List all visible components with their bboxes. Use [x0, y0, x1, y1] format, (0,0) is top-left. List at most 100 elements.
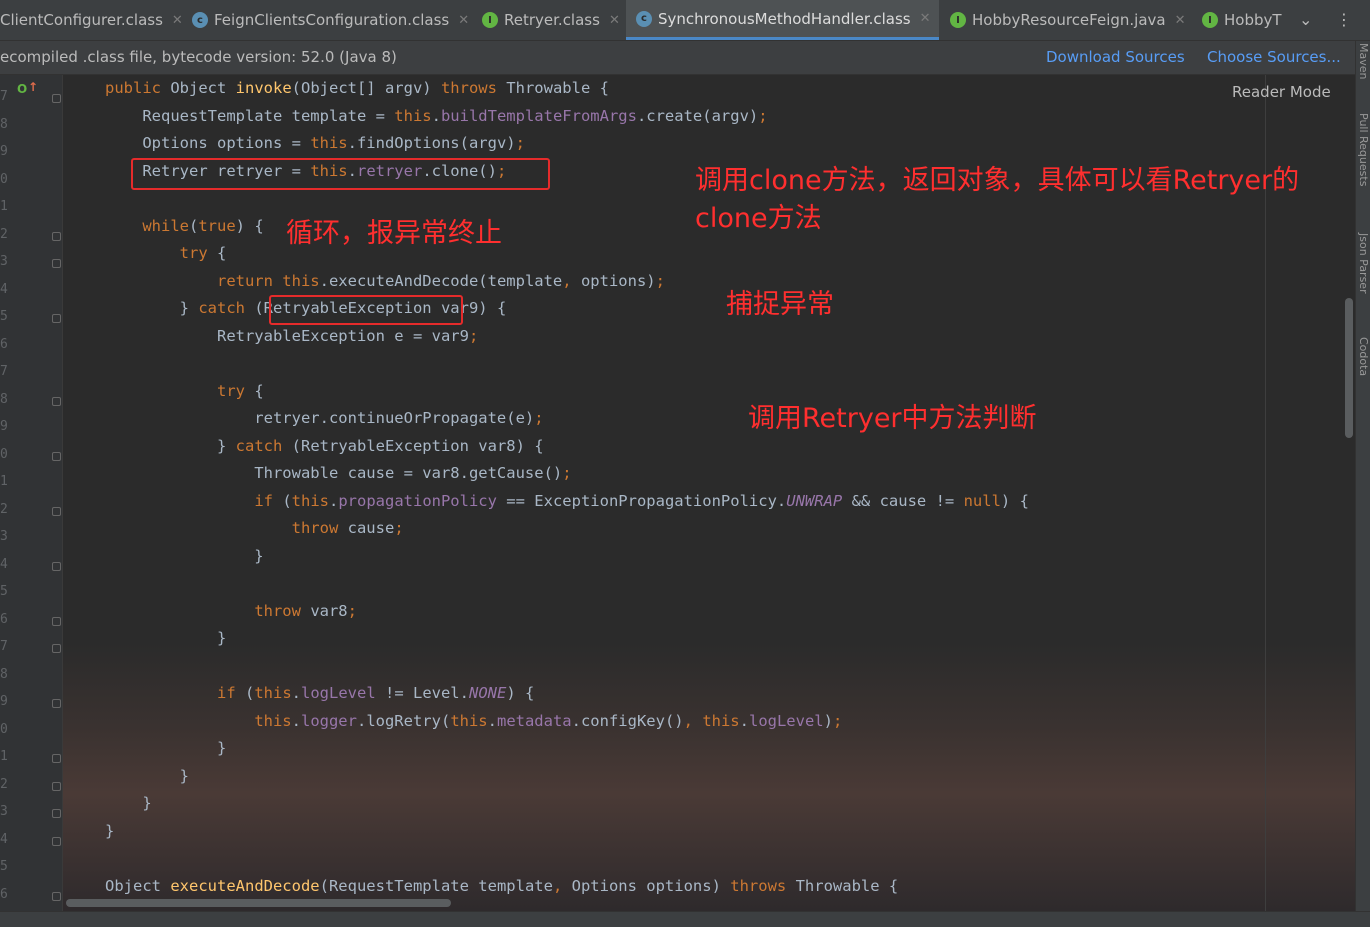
- code-line[interactable]: } catch (RetryableException var8) {: [105, 437, 544, 455]
- line-number: 0: [0, 171, 8, 187]
- code-line[interactable]: }: [105, 547, 263, 565]
- code-line[interactable]: RetryableException e = var9;: [105, 327, 478, 345]
- annotation-clone-line2: clone方法: [695, 203, 822, 234]
- line-number: 8: [0, 666, 8, 682]
- tab-client-configurer[interactable]: ClientConfigurer.class ✕: [0, 0, 183, 40]
- tab-retryer[interactable]: I Retryer.class ✕: [476, 0, 626, 40]
- line-number-gutter[interactable]: 7 8 9 0 1 2 3 4 5 6 7 8 9 0 1 2 3 4 5 6 7 8 9 0 1 2 3 4 5 6: [0, 75, 63, 911]
- highlight-box-clone: [131, 158, 550, 190]
- code-line[interactable]: RequestTemplate template = this.buildTem…: [105, 107, 767, 125]
- line-number: 6: [0, 336, 8, 352]
- fold-marker-icon[interactable]: [52, 561, 61, 571]
- code-line[interactable]: throw var8;: [105, 602, 357, 620]
- tab-label: ClientConfigurer.class: [0, 11, 163, 29]
- tab-feign-clients-configuration[interactable]: c FeignClientsConfiguration.class ✕: [186, 0, 476, 40]
- code-line[interactable]: }: [105, 822, 114, 840]
- interface-icon: I: [482, 12, 498, 28]
- reader-mode-button[interactable]: Reader Mode: [1232, 83, 1331, 101]
- line-number: 1: [0, 749, 8, 764]
- fold-marker-icon[interactable]: [52, 396, 61, 406]
- fold-marker-icon[interactable]: [52, 644, 61, 653]
- fold-marker-icon[interactable]: [52, 451, 61, 461]
- line-number: 3: [0, 804, 8, 819]
- close-icon[interactable]: ✕: [609, 13, 620, 28]
- fold-marker-icon[interactable]: [52, 259, 61, 268]
- close-icon[interactable]: ✕: [1175, 13, 1186, 28]
- decompiled-banner: ecompiled .class file, bytecode version:…: [0, 41, 1355, 75]
- code-line[interactable]: public Object invoke(Object[] argv) thro…: [105, 79, 609, 97]
- fold-marker-icon[interactable]: [52, 231, 61, 241]
- fold-marker-icon[interactable]: [52, 699, 61, 708]
- line-number: 6: [0, 611, 8, 627]
- decompiled-message: ecompiled .class file, bytecode version:…: [0, 48, 397, 66]
- line-number: 7: [0, 89, 8, 104]
- line-number: 5: [0, 859, 8, 874]
- line-number: 5: [0, 309, 8, 324]
- line-number: 3: [0, 529, 8, 544]
- code-line[interactable]: throw cause;: [105, 519, 404, 537]
- fold-marker-icon[interactable]: [52, 616, 61, 626]
- fold-marker-icon[interactable]: [52, 94, 61, 103]
- tab-hobby-resource-feign[interactable]: I HobbyResourceFeign.java ✕: [942, 0, 1194, 40]
- more-options-icon[interactable]: ⋮: [1336, 10, 1352, 29]
- annotation-loop: 循环，报异常终止: [286, 218, 502, 249]
- line-number: 4: [0, 556, 8, 572]
- line-number: 1: [0, 199, 8, 214]
- status-bar: [0, 911, 1370, 927]
- tab-label: HobbyT: [1224, 11, 1282, 29]
- close-icon[interactable]: ✕: [172, 13, 183, 28]
- close-icon[interactable]: ✕: [920, 11, 931, 26]
- code-line[interactable]: retryer.continueOrPropagate(e);: [105, 409, 543, 427]
- implements-marker-icon[interactable]: O: [17, 82, 27, 96]
- fold-marker-icon[interactable]: [52, 809, 61, 818]
- pull-requests-tool-tab[interactable]: Pull Requests: [1357, 113, 1370, 186]
- tab-label: Retryer.class: [504, 11, 600, 29]
- interface-icon: I: [950, 12, 966, 28]
- code-line[interactable]: Throwable cause = var8.getCause();: [105, 464, 571, 482]
- line-number: 0: [0, 446, 8, 462]
- fold-marker-icon[interactable]: [52, 314, 61, 323]
- fold-marker-icon[interactable]: [52, 781, 61, 791]
- fold-marker-icon[interactable]: [52, 754, 61, 763]
- tab-hobby-truncated[interactable]: I HobbyT: [1196, 0, 1288, 40]
- line-number: 9: [0, 694, 8, 709]
- tab-label: SynchronousMethodHandler.class: [658, 9, 911, 28]
- fold-marker-icon[interactable]: [52, 506, 61, 516]
- code-line[interactable]: }: [105, 629, 226, 647]
- horizontal-scrollbar[interactable]: [66, 899, 451, 907]
- chevron-down-icon[interactable]: ⌄: [1299, 10, 1312, 29]
- code-line[interactable]: Object executeAndDecode(RequestTemplate …: [105, 877, 898, 895]
- maven-tool-tab[interactable]: Maven: [1357, 43, 1370, 79]
- code-line[interactable]: try {: [105, 244, 227, 262]
- close-icon[interactable]: ✕: [458, 13, 469, 28]
- fold-marker-icon[interactable]: [52, 836, 61, 846]
- json-parser-tool-tab[interactable]: Json Parser: [1357, 233, 1370, 294]
- code-line[interactable]: }: [105, 794, 151, 812]
- line-number: 9: [0, 144, 8, 159]
- override-arrow-icon[interactable]: ↑: [28, 80, 38, 94]
- code-line[interactable]: try {: [105, 382, 264, 400]
- vertical-scrollbar[interactable]: [1345, 298, 1353, 438]
- line-number: 9: [0, 419, 8, 434]
- right-margin-guide: [1265, 75, 1266, 911]
- choose-sources-link[interactable]: Choose Sources...: [1207, 48, 1341, 66]
- code-line[interactable]: }: [105, 767, 189, 785]
- tab-synchronous-method-handler[interactable]: c SynchronousMethodHandler.class ✕: [626, 0, 939, 40]
- download-sources-link[interactable]: Download Sources: [1046, 48, 1185, 66]
- line-number: 7: [0, 364, 8, 379]
- line-number: 8: [0, 116, 8, 132]
- code-line[interactable]: }: [105, 739, 226, 757]
- codota-tool-tab[interactable]: Codota: [1357, 337, 1370, 376]
- code-line[interactable]: return this.executeAndDecode(template, o…: [105, 272, 665, 290]
- code-line[interactable]: if (this.logLevel != Level.NONE) {: [105, 684, 534, 702]
- line-number: 4: [0, 281, 8, 297]
- class-icon: c: [192, 12, 208, 28]
- code-line[interactable]: this.logger.logRetry(this.metadata.confi…: [105, 712, 842, 730]
- right-tool-strip: Maven Pull Requests Json Parser Codota: [1355, 41, 1370, 911]
- code-line[interactable]: while(true) {: [105, 217, 263, 235]
- annotation-clone-line1: 调用clone方法，返回对象，具体可以看Retryer的: [695, 165, 1300, 196]
- fold-marker-icon[interactable]: [52, 891, 61, 901]
- line-number: 3: [0, 254, 8, 269]
- code-line[interactable]: Options options = this.findOptions(argv)…: [105, 134, 525, 152]
- code-line[interactable]: if (this.propagationPolicy == ExceptionP…: [105, 492, 1029, 510]
